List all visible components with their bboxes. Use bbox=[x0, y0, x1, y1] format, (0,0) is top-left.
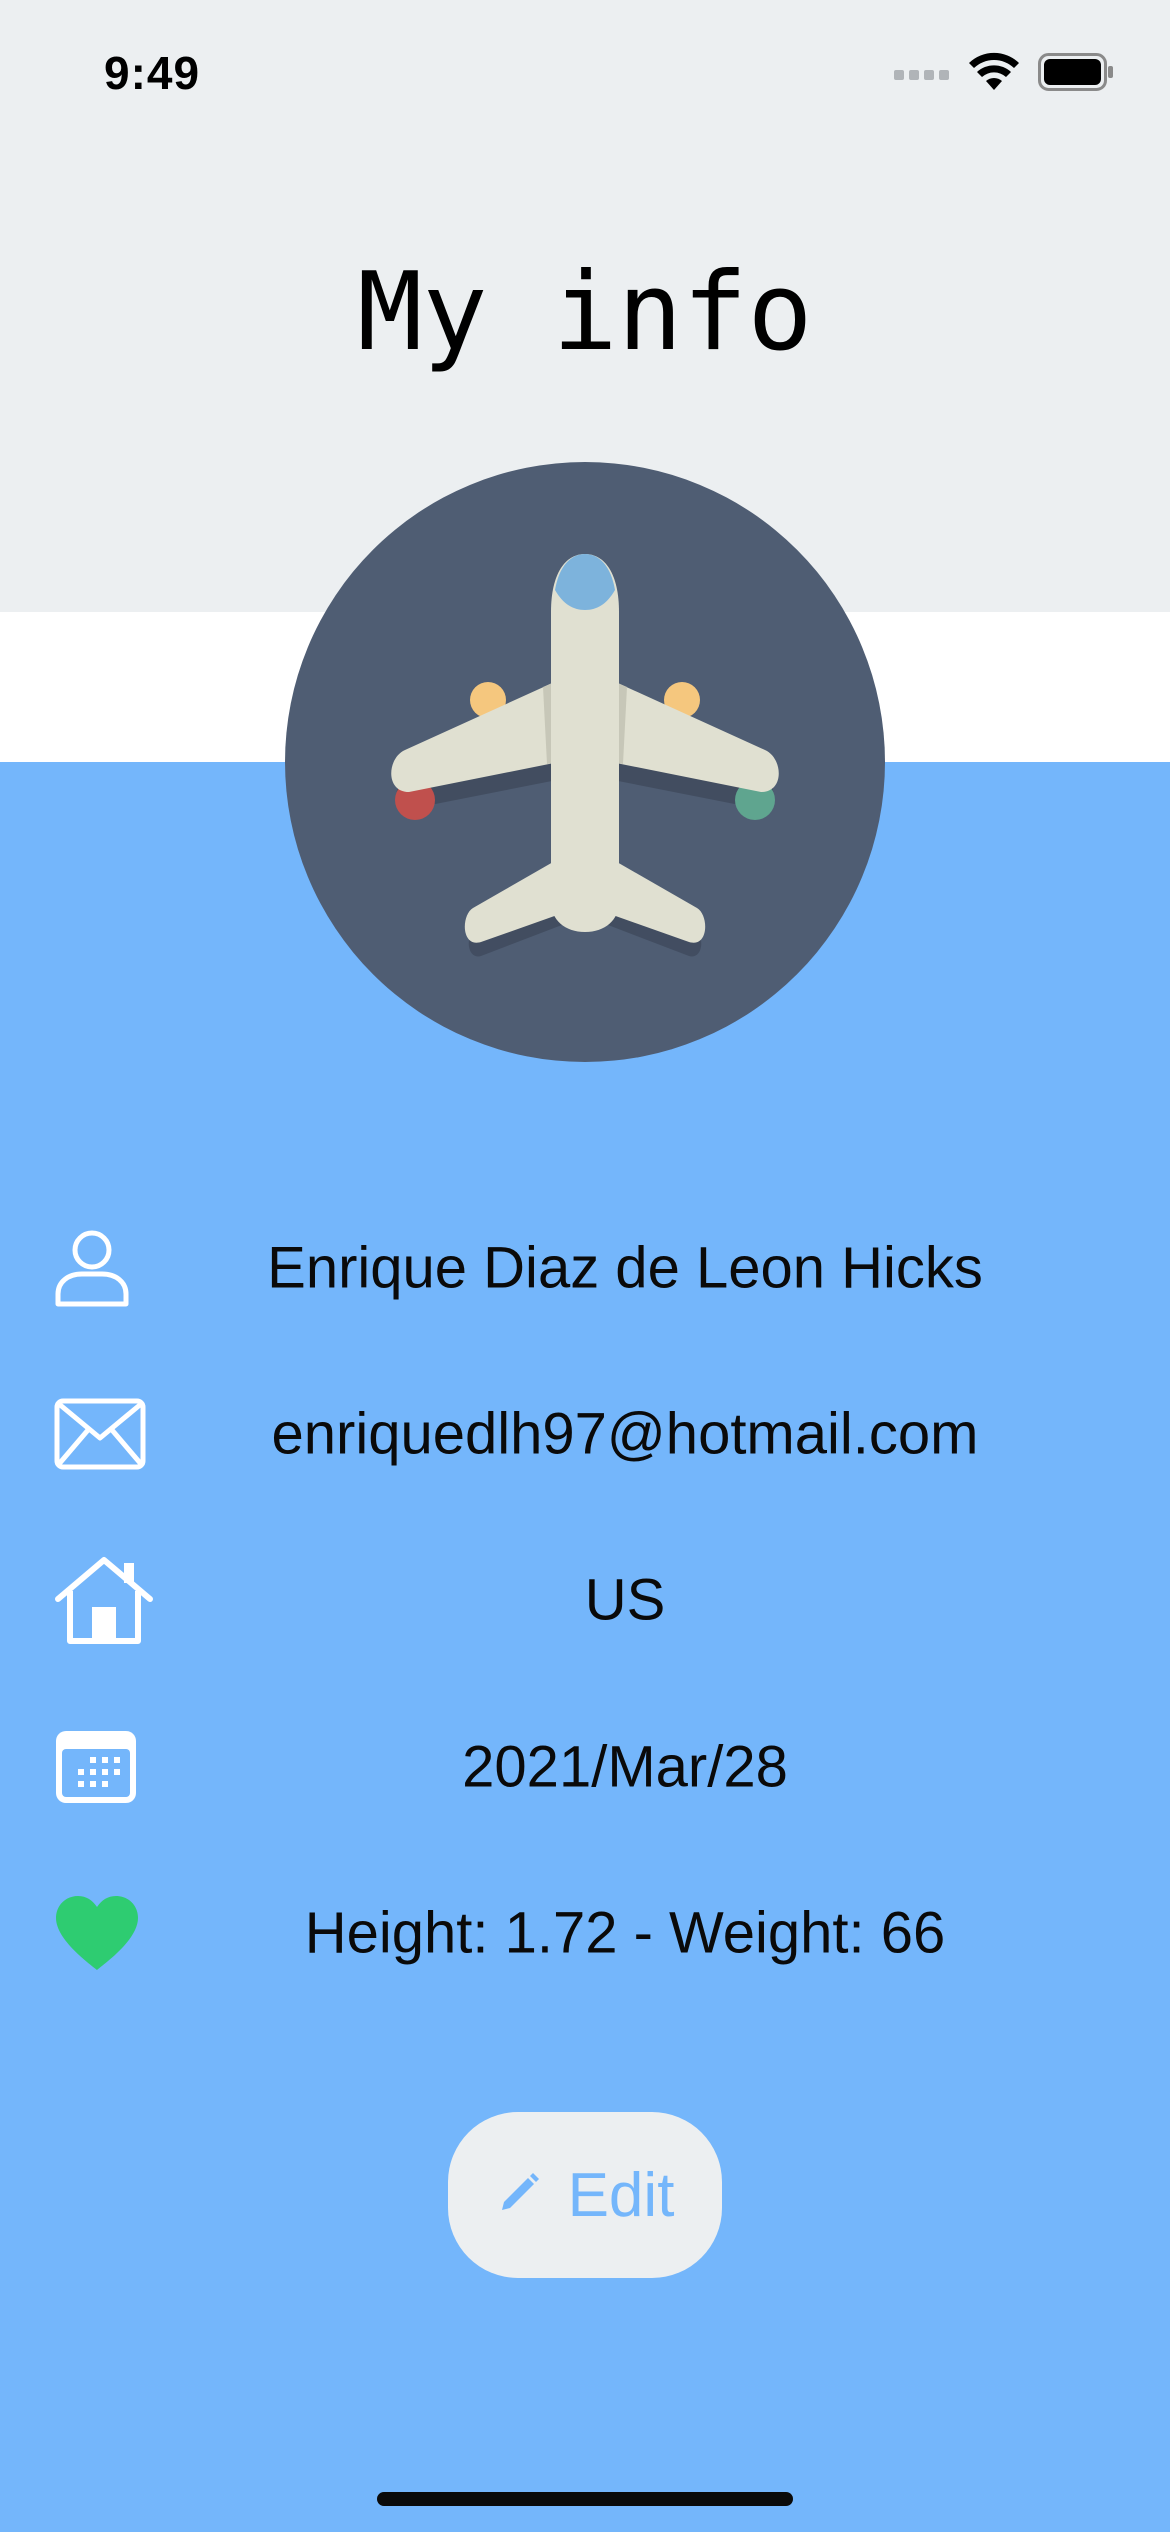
info-row-email: enriquedlh97@hotmail.com bbox=[0, 1374, 1170, 1494]
page-title: My info bbox=[357, 250, 813, 375]
pencil-icon bbox=[496, 2160, 542, 2231]
edit-button[interactable]: Edit bbox=[448, 2112, 722, 2278]
user-email: enriquedlh97@hotmail.com bbox=[271, 1401, 979, 1467]
info-row-health: Height: 1.72 - Weight: 66 bbox=[0, 1873, 1170, 1993]
envelope-icon bbox=[54, 1384, 164, 1484]
battery-icon bbox=[1038, 53, 1114, 96]
person-icon bbox=[54, 1218, 164, 1318]
home-indicator[interactable] bbox=[377, 2492, 793, 2506]
status-icons bbox=[894, 52, 1114, 97]
house-icon bbox=[54, 1550, 164, 1650]
status-bar: 9:49 bbox=[0, 0, 1170, 150]
cellular-signal-icon bbox=[894, 62, 950, 87]
airplane-icon bbox=[391, 554, 779, 957]
status-time: 9:49 bbox=[104, 47, 201, 99]
user-health: Height: 1.72 - Weight: 66 bbox=[304, 1900, 946, 1966]
info-row-date: 2021/Mar/28 bbox=[0, 1707, 1170, 1827]
info-row-name: Enrique Diaz de Leon Hicks bbox=[0, 1208, 1170, 1328]
wifi-icon bbox=[968, 52, 1020, 97]
heart-icon bbox=[54, 1883, 164, 1983]
user-date: 2021/Mar/28 bbox=[462, 1734, 788, 1800]
edit-button-label: Edit bbox=[567, 2160, 675, 2230]
info-row-country: US bbox=[0, 1540, 1170, 1660]
profile-avatar[interactable] bbox=[285, 462, 885, 1062]
user-name: Enrique Diaz de Leon Hicks bbox=[267, 1235, 983, 1301]
user-country: US bbox=[584, 1567, 666, 1633]
calendar-icon bbox=[54, 1717, 164, 1817]
